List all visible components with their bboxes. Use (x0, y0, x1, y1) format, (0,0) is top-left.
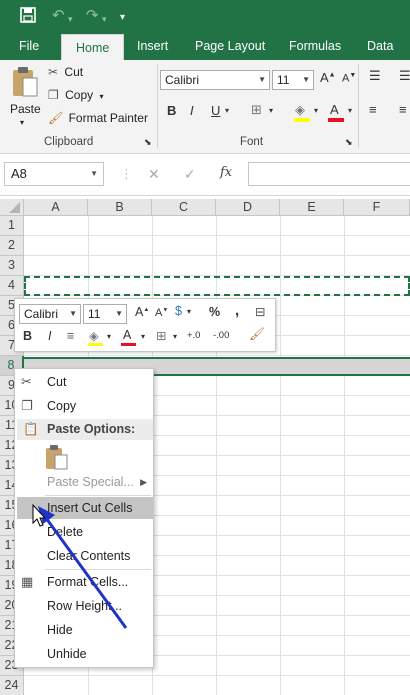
annotation-arrow-icon (44, 517, 128, 629)
annotation-overlay (32, 503, 128, 629)
